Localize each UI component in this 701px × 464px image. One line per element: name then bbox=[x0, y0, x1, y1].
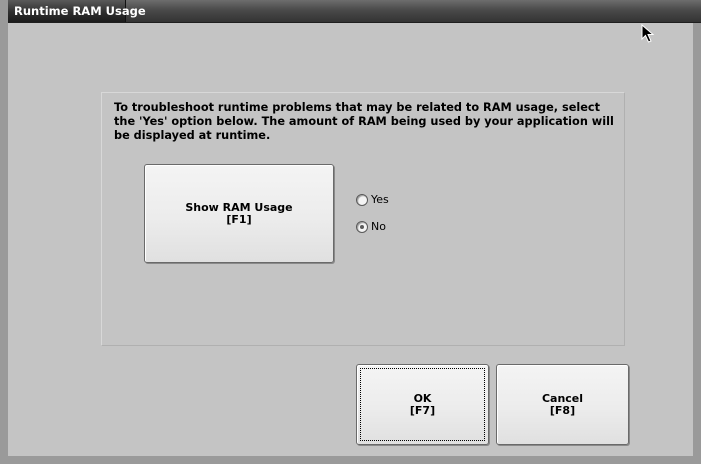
radio-option-yes[interactable]: Yes bbox=[356, 193, 389, 206]
ok-key: [F7] bbox=[409, 403, 436, 417]
radio-checked-icon[interactable] bbox=[356, 220, 368, 233]
show-ram-usage-label: Show RAM Usage bbox=[185, 200, 293, 214]
cancel-label: Cancel bbox=[541, 391, 584, 405]
radio-no-label: No bbox=[371, 220, 386, 233]
ok-label: OK bbox=[413, 391, 432, 405]
title-bar[interactable]: Runtime RAM Usage bbox=[8, 0, 701, 23]
radio-yes-label: Yes bbox=[371, 193, 389, 206]
instructions-text: To troubleshoot runtime problems that ma… bbox=[114, 101, 614, 142]
window-title: Runtime RAM Usage bbox=[8, 0, 146, 22]
dialog-window: Runtime RAM Usage To troubleshoot runtim… bbox=[0, 0, 701, 464]
radio-unchecked-icon[interactable] bbox=[356, 193, 368, 206]
show-ram-usage-key: [F1] bbox=[226, 212, 252, 226]
cancel-key: [F8] bbox=[549, 403, 576, 417]
show-ram-usage-button[interactable]: Show RAM Usage [F1] bbox=[144, 164, 334, 263]
ok-button[interactable]: OK [F7] bbox=[356, 364, 489, 445]
ram-usage-panel: To troubleshoot runtime problems that ma… bbox=[101, 92, 625, 346]
mouse-pointer-icon bbox=[641, 24, 655, 43]
cancel-button[interactable]: Cancel [F8] bbox=[496, 364, 629, 445]
radio-option-no[interactable]: No bbox=[356, 220, 386, 233]
